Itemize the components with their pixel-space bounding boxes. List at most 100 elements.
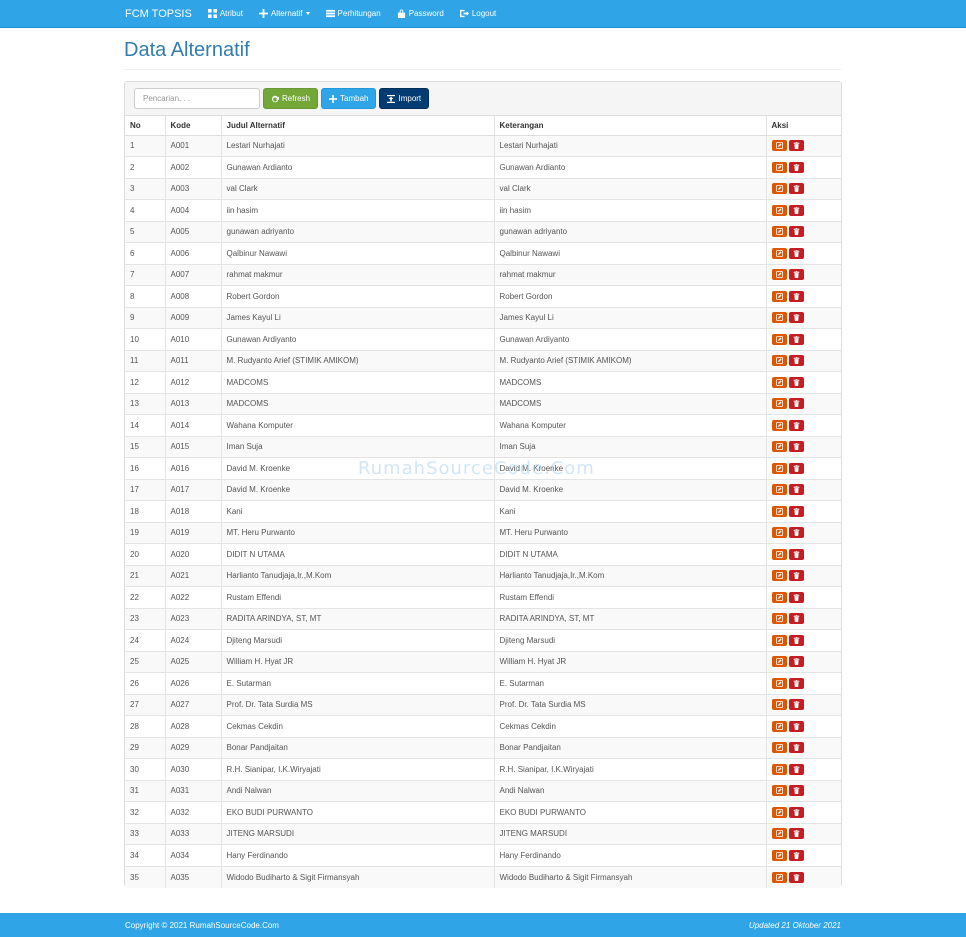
nav-perhitungan[interactable]: Perhitungan	[325, 9, 381, 18]
delete-button[interactable]	[788, 699, 804, 711]
edit-button[interactable]	[771, 871, 787, 883]
delete-button[interactable]	[788, 269, 804, 281]
brand[interactable]: FCM TOPSIS	[125, 8, 192, 20]
data-panel: Refresh Tambah Import No Kode Judul Alte…	[124, 81, 842, 888]
delete-button[interactable]	[788, 742, 804, 754]
edit-icon	[775, 808, 783, 816]
edit-button[interactable]	[771, 849, 787, 861]
delete-button[interactable]	[788, 871, 804, 883]
edit-button[interactable]	[771, 720, 787, 732]
nav-atribut[interactable]: Atribut	[207, 9, 243, 18]
edit-button[interactable]	[771, 419, 787, 431]
edit-button[interactable]	[771, 204, 787, 216]
edit-button[interactable]	[771, 247, 787, 259]
cell-no: 6	[125, 242, 165, 264]
delete-button[interactable]	[788, 419, 804, 431]
edit-icon	[775, 830, 783, 838]
import-button[interactable]: Import	[379, 88, 430, 109]
edit-button[interactable]	[771, 613, 787, 625]
edit-button[interactable]	[771, 376, 787, 388]
delete-button[interactable]	[788, 204, 804, 216]
logout-icon	[459, 9, 469, 18]
edit-button[interactable]	[771, 677, 787, 689]
cell-judul: RADITA ARINDYA, ST, MT	[220, 607, 494, 630]
cell-aksi	[765, 285, 841, 307]
delete-button[interactable]	[788, 527, 804, 539]
edit-button[interactable]	[771, 634, 787, 646]
edit-button[interactable]	[771, 441, 787, 453]
delete-button[interactable]	[788, 828, 804, 840]
edit-icon	[775, 421, 783, 429]
delete-button[interactable]	[788, 290, 804, 302]
delete-button[interactable]	[788, 785, 804, 797]
delete-button[interactable]	[788, 462, 804, 474]
edit-button[interactable]	[771, 226, 787, 238]
edit-button[interactable]	[771, 548, 787, 560]
delete-button[interactable]	[788, 183, 804, 195]
edit-button[interactable]	[771, 699, 787, 711]
delete-button[interactable]	[788, 355, 804, 367]
delete-button[interactable]	[788, 548, 804, 560]
import-icon	[387, 94, 396, 103]
edit-button[interactable]	[771, 505, 787, 517]
nav-alternatif[interactable]: Alternatif	[258, 9, 310, 18]
edit-button[interactable]	[771, 763, 787, 775]
edit-button[interactable]	[771, 290, 787, 302]
delete-button[interactable]	[788, 247, 804, 259]
cell-keterangan: Gunawan Ardiyanto	[493, 328, 766, 350]
delete-button[interactable]	[788, 161, 804, 173]
cell-judul: David M. Kroenke	[220, 457, 494, 479]
delete-button[interactable]	[788, 806, 804, 818]
delete-button[interactable]	[788, 140, 804, 152]
delete-button[interactable]	[788, 333, 804, 345]
nav-password[interactable]: Password	[397, 9, 444, 18]
edit-button[interactable]	[771, 527, 787, 539]
delete-button[interactable]	[788, 720, 804, 732]
delete-button[interactable]	[788, 484, 804, 496]
delete-button[interactable]	[788, 849, 804, 861]
edit-button[interactable]	[771, 828, 787, 840]
edit-button[interactable]	[771, 140, 787, 152]
refresh-button[interactable]: Refresh	[263, 88, 319, 109]
table-row: 17 A017 David M. Kroenke David M. Kroenke	[125, 478, 841, 501]
tambah-button[interactable]: Tambah	[321, 88, 377, 109]
delete-button[interactable]	[788, 376, 804, 388]
delete-button[interactable]	[788, 441, 804, 453]
nav-logout[interactable]: Logout	[459, 9, 496, 18]
edit-button[interactable]	[771, 398, 787, 410]
cell-kode: A035	[164, 865, 221, 888]
edit-button[interactable]	[771, 183, 787, 195]
delete-button[interactable]	[788, 591, 804, 603]
delete-button[interactable]	[788, 398, 804, 410]
edit-button[interactable]	[771, 333, 787, 345]
edit-button[interactable]	[771, 570, 787, 582]
edit-button[interactable]	[771, 355, 787, 367]
delete-button[interactable]	[788, 763, 804, 775]
delete-button[interactable]	[788, 634, 804, 646]
delete-button[interactable]	[788, 613, 804, 625]
cell-aksi	[765, 371, 841, 393]
delete-button[interactable]	[788, 656, 804, 668]
cell-keterangan: William H. Hyat JR	[493, 650, 766, 673]
edit-button[interactable]	[771, 462, 787, 474]
cell-kode: A034	[164, 844, 221, 866]
delete-button[interactable]	[788, 505, 804, 517]
delete-button[interactable]	[788, 677, 804, 689]
edit-button[interactable]	[771, 484, 787, 496]
edit-button[interactable]	[771, 785, 787, 797]
cell-keterangan: David M. Kroenke	[493, 478, 766, 501]
table-row: 19 A019 MT. Heru Purwanto MT. Heru Purwanto	[125, 521, 841, 544]
edit-button[interactable]	[771, 269, 787, 281]
list-icon	[325, 9, 335, 18]
edit-button[interactable]	[771, 806, 787, 818]
edit-button[interactable]	[771, 591, 787, 603]
delete-button[interactable]	[788, 226, 804, 238]
edit-button[interactable]	[771, 742, 787, 754]
edit-button[interactable]	[771, 312, 787, 324]
cell-no: 13	[125, 392, 165, 415]
search-input[interactable]	[134, 88, 260, 109]
delete-button[interactable]	[788, 312, 804, 324]
delete-button[interactable]	[788, 570, 804, 582]
edit-button[interactable]	[771, 161, 787, 173]
edit-button[interactable]	[771, 656, 787, 668]
